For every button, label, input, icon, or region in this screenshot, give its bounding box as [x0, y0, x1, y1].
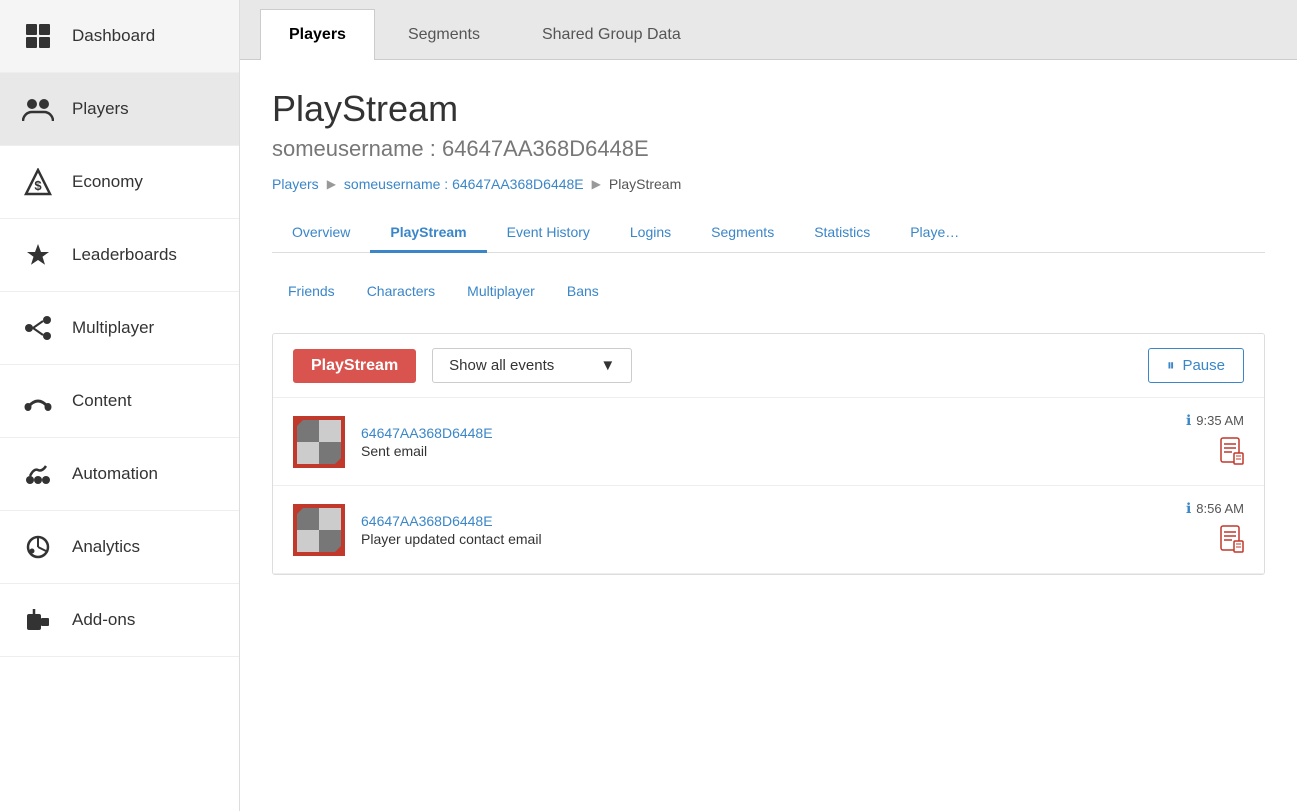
content-area: PlayStream someusername : 64647AA368D644…: [240, 60, 1297, 811]
sidebar-item-economy[interactable]: $ Economy: [0, 146, 239, 219]
sub-tab-bar-row1: Overview PlayStream Event History Logins…: [272, 214, 1265, 253]
event-description-1: Sent email: [361, 443, 1170, 459]
breadcrumb-sep-1: ▶: [327, 177, 336, 191]
page-subtitle: someusername : 64647AA368D6448E: [272, 136, 1265, 162]
tab-segments[interactable]: Segments: [379, 9, 509, 60]
sidebar-item-label-economy: Economy: [72, 172, 143, 192]
sub-tab-playstream[interactable]: PlayStream: [370, 214, 486, 253]
tab-players[interactable]: Players: [260, 9, 375, 60]
sub-tab-event-history[interactable]: Event History: [487, 214, 610, 253]
sub-tab-bans[interactable]: Bans: [551, 277, 615, 305]
pause-icon: ⏸: [1167, 357, 1175, 374]
playstream-header: PlayStream Show all events ▼ ⏸ Pause: [273, 334, 1264, 398]
event-meta-2: ℹ 8:56 AM: [1186, 500, 1244, 559]
sidebar-item-label-dashboard: Dashboard: [72, 26, 155, 46]
event-info-1: 64647AA368D6448E Sent email: [361, 425, 1170, 459]
sub-tab-multiplayer[interactable]: Multiplayer: [451, 277, 551, 305]
sidebar-item-addons[interactable]: Add-ons: [0, 584, 239, 657]
doc-icon-1[interactable]: [1220, 437, 1244, 471]
breadcrumb: Players ▶ someusername : 64647AA368D6448…: [272, 176, 1265, 192]
sidebar-item-label-analytics: Analytics: [72, 537, 140, 557]
event-info-2: 64647AA368D6448E Player updated contact …: [361, 513, 1170, 547]
sidebar-item-automation[interactable]: Automation: [0, 438, 239, 511]
event-avatar-1: [293, 416, 345, 468]
avatar-svg-1: [293, 416, 345, 468]
content-icon: [20, 383, 56, 419]
playstream-badge: PlayStream: [293, 349, 416, 383]
event-user-link-2[interactable]: 64647AA368D6448E: [361, 513, 1170, 529]
sub-tab-characters[interactable]: Characters: [351, 277, 451, 305]
sidebar-item-dashboard[interactable]: Dashboard: [0, 0, 239, 73]
tab-shared-group-data[interactable]: Shared Group Data: [513, 9, 710, 60]
sidebar-item-leaderboards[interactable]: Leaderboards: [0, 219, 239, 292]
sidebar: Dashboard Players $ Economy Leaderboards: [0, 0, 240, 811]
event-row-2: 64647AA368D6448E Player updated contact …: [273, 486, 1264, 574]
pause-label: Pause: [1182, 357, 1225, 374]
event-avatar-2: [293, 504, 345, 556]
dashboard-icon: [20, 18, 56, 54]
sub-tab-segments[interactable]: Segments: [691, 214, 794, 253]
sub-tab-friends[interactable]: Friends: [272, 277, 351, 305]
sub-tab-statistics[interactable]: Statistics: [794, 214, 890, 253]
addons-icon: [20, 602, 56, 638]
sub-tab-overview[interactable]: Overview: [272, 214, 370, 253]
page-title: PlayStream: [272, 88, 1265, 130]
event-time-2: ℹ 8:56 AM: [1186, 500, 1244, 517]
economy-icon: $: [20, 164, 56, 200]
dropdown-arrow-icon: ▼: [600, 357, 615, 374]
sub-tab-bar-row2: Friends Characters Multiplayer Bans: [272, 277, 1265, 305]
automation-icon: [20, 456, 56, 492]
breadcrumb-user-link[interactable]: someusername : 64647AA368D6448E: [344, 176, 584, 192]
sub-tab-logins[interactable]: Logins: [610, 214, 691, 253]
event-row: 64647AA368D6448E Sent email ℹ 9:35 AM: [273, 398, 1264, 486]
sidebar-item-label-players: Players: [72, 99, 129, 119]
sidebar-item-label-addons: Add-ons: [72, 610, 135, 630]
event-time-label-1: 9:35 AM: [1196, 413, 1244, 428]
breadcrumb-sep-2: ▶: [592, 177, 601, 191]
leaderboards-icon: [20, 237, 56, 273]
sidebar-item-analytics[interactable]: Analytics: [0, 511, 239, 584]
show-events-dropdown[interactable]: Show all events ▼: [432, 348, 632, 383]
multiplayer-icon: [20, 310, 56, 346]
info-icon-2: ℹ: [1186, 500, 1191, 517]
sidebar-item-label-content: Content: [72, 391, 132, 411]
breadcrumb-players-link[interactable]: Players: [272, 176, 319, 192]
event-time-label-2: 8:56 AM: [1196, 501, 1244, 516]
top-tab-bar: Players Segments Shared Group Data: [240, 0, 1297, 60]
event-time-1: ℹ 9:35 AM: [1186, 412, 1244, 429]
event-description-2: Player updated contact email: [361, 531, 1170, 547]
svg-text:$: $: [34, 178, 42, 193]
avatar-svg-2: [293, 504, 345, 556]
show-events-label: Show all events: [449, 357, 554, 374]
sidebar-item-label-automation: Automation: [72, 464, 158, 484]
pause-button[interactable]: ⏸ Pause: [1148, 348, 1244, 383]
sidebar-item-content[interactable]: Content: [0, 365, 239, 438]
sidebar-item-players[interactable]: Players: [0, 73, 239, 146]
main-panel: Players Segments Shared Group Data PlayS…: [240, 0, 1297, 811]
sub-tab-players[interactable]: Playe…: [890, 214, 979, 253]
players-icon: [20, 91, 56, 127]
doc-icon-2[interactable]: [1220, 525, 1244, 559]
sidebar-item-multiplayer[interactable]: Multiplayer: [0, 292, 239, 365]
info-icon-1: ℹ: [1186, 412, 1191, 429]
analytics-icon: [20, 529, 56, 565]
event-user-link-1[interactable]: 64647AA368D6448E: [361, 425, 1170, 441]
playstream-card: PlayStream Show all events ▼ ⏸ Pause: [272, 333, 1265, 575]
sidebar-item-label-multiplayer: Multiplayer: [72, 318, 154, 338]
sidebar-item-label-leaderboards: Leaderboards: [72, 245, 177, 265]
event-meta-1: ℹ 9:35 AM: [1186, 412, 1244, 471]
breadcrumb-current: PlayStream: [609, 176, 681, 192]
